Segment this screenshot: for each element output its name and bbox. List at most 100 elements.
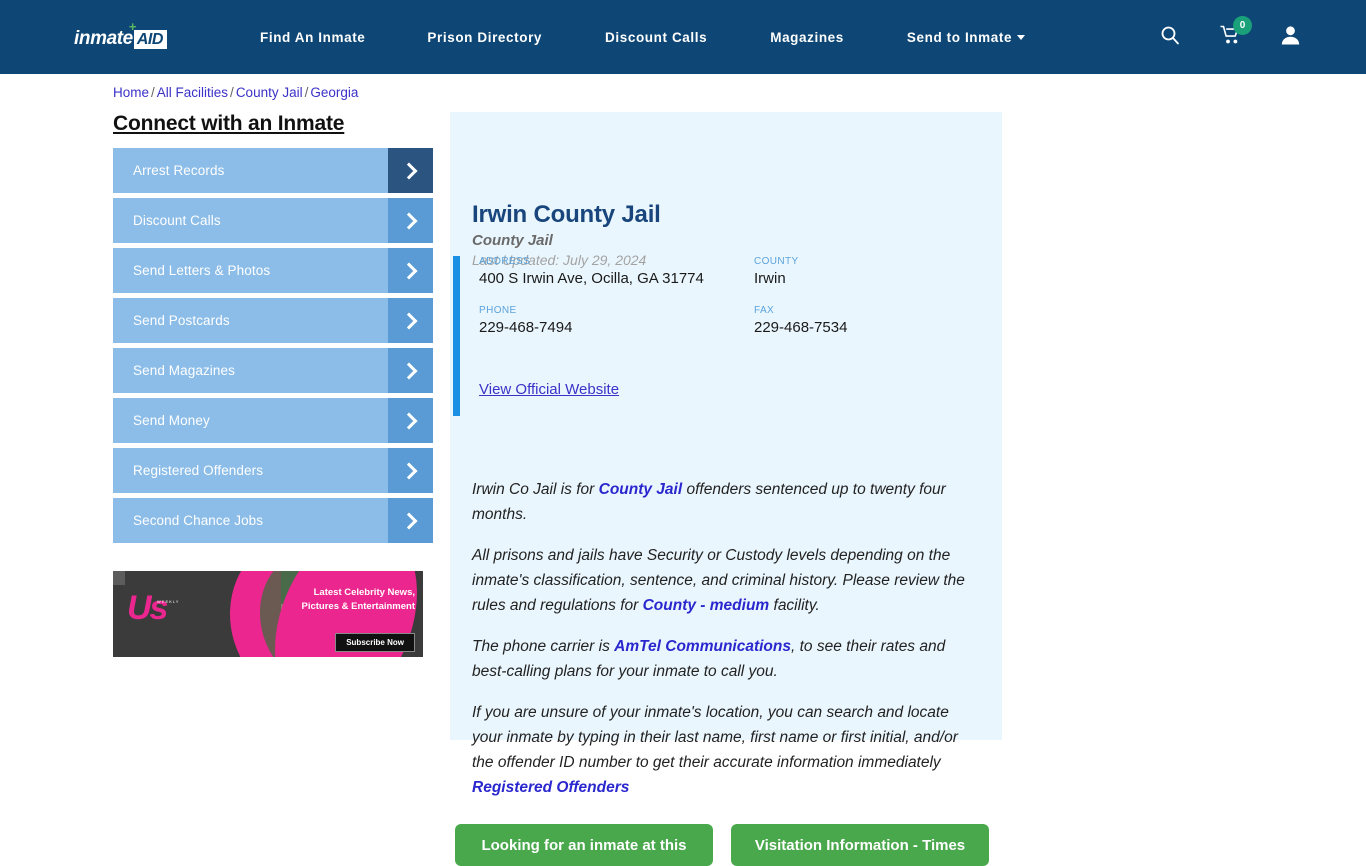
nav-item-discount-calls[interactable]: Discount Calls [605,30,707,45]
chevron-right-glyph [400,162,417,179]
sidebar-item-registered-offenders[interactable]: Registered Offenders [113,448,433,493]
chevron-right-glyph [400,212,417,229]
chevron-right-glyph [400,262,417,279]
facility-card: Irwin County Jail County Jail Last Updat… [450,112,1002,796]
breadcrumb-separator: / [151,85,155,100]
breadcrumb-item-home[interactable]: Home [113,85,149,100]
info-value: 400 S Irwin Ave, Ocilla, GA 31774 [479,270,704,287]
chevron-right-glyph [400,412,417,429]
info-label: COUNTY [754,256,799,267]
sidebar-title: Connect with an Inmate [113,112,345,135]
facility-info-block: ADDRESS 400 S Irwin Ave, Ocilla, GA 31774… [453,256,999,416]
description-highlight-link[interactable]: County Jail [599,481,683,498]
sidebar-item-label: Send Magazines [133,363,235,378]
ad-brand-sublabel: WEEKLY [157,599,180,604]
description-paragraph: If you are unsure of your inmate's locat… [472,700,982,800]
description-paragraph: Irwin Co Jail is for County Jail offende… [472,477,982,527]
advertisement-banner[interactable]: Us WEEKLY Latest Celebrity News, Picture… [113,571,423,657]
sidebar-item-discount-calls[interactable]: Discount Calls [113,198,433,243]
chevron-right-glyph [400,512,417,529]
sidebar-item-send-postcards[interactable]: Send Postcards [113,298,433,343]
nav-item-prison-directory[interactable]: Prison Directory [427,30,542,45]
info-value: 229-468-7534 [754,319,848,336]
chevron-right-glyph [400,362,417,379]
breadcrumb-item-all-facilities[interactable]: All Facilities [157,85,228,100]
sidebar-item-arrest-records[interactable]: Arrest Records [113,148,433,193]
page-title: Irwin County Jail [472,201,661,228]
ad-corner-decoration [113,571,125,585]
user-account-icon[interactable] [1281,25,1300,50]
sidebar-item-label: Send Postcards [133,313,230,328]
cart-icon[interactable]: 0 [1220,15,1252,50]
sidebar: Connect with an Inmate Arrest Records Dis… [113,112,433,548]
sidebar-item-send-magazines[interactable]: Send Magazines [113,348,433,393]
sidebar-item-label: Registered Offenders [133,463,264,478]
description-paragraph: The phone carrier is AmTel Communication… [472,634,982,684]
info-label: FAX [754,305,775,316]
ad-headline: Latest Celebrity News, Pictures & Entert… [301,587,416,612]
info-cell-fax: FAX 229-468-7534 [754,305,989,354]
chevron-right-icon [388,298,433,343]
info-cell-county: COUNTY Irwin [754,256,989,305]
logo-badge: + AID [129,20,167,49]
sidebar-item-send-letters-photos[interactable]: Send Letters & Photos [113,248,433,293]
visitation-info-cta-button[interactable]: Visitation Information - Times [731,824,989,866]
facility-description: Irwin Co Jail is for County Jail offende… [472,477,982,816]
description-text: facility. [769,597,820,614]
nav-item-find-an-inmate[interactable]: Find An Inmate [260,30,365,45]
chevron-right-icon [388,398,433,443]
breadcrumb-item-county-jail[interactable]: County Jail [236,85,303,100]
logo-wordmark: inmate [74,28,133,49]
logo-plus-icon: + [128,19,137,34]
site-logo[interactable]: inmate + AID [74,20,167,49]
chevron-right-icon [388,198,433,243]
chevron-right-icon [388,148,433,193]
info-cell-phone: PHONE 229-468-7494 [479,305,754,354]
site-header: inmate + AID Find An Inmate Prison Direc… [0,0,1366,74]
info-label: PHONE [479,305,517,316]
chevron-right-glyph [400,462,417,479]
cta-button-row: Looking for an inmate at this Visitation… [455,824,1005,866]
main-navigation: Find An Inmate Prison Directory Discount… [260,0,1026,74]
breadcrumb: Home / All Facilities / County Jail / Georgia [113,85,358,100]
chevron-right-icon [388,348,433,393]
description-text: Irwin Co Jail is for [472,481,599,498]
sidebar-item-label: Send Money [133,413,210,428]
description-highlight-link[interactable]: County - medium [643,597,770,614]
nav-item-send-to-inmate-label: Send to Inmate [906,29,1013,45]
chevron-right-icon [388,248,433,293]
description-highlight-link[interactable]: Registered Offenders [472,779,629,796]
ad-subscribe-button[interactable]: Subscribe Now [335,633,415,652]
official-website-link[interactable]: View Official Website [479,381,619,398]
nav-item-send-to-inmate[interactable]: Send to Inmate [906,29,1026,45]
header-icon-group: 0 [1160,0,1300,74]
info-value: 229-468-7494 [479,319,573,336]
sidebar-item-label: Discount Calls [133,213,221,228]
info-accent-bar [453,256,460,416]
ad-brand-logo: Us [127,589,168,627]
chevron-down-icon [1017,35,1026,41]
facility-type-label: County Jail [472,232,553,249]
sidebar-item-label: Second Chance Jobs [133,513,264,528]
nav-item-magazines[interactable]: Magazines [770,30,844,45]
info-cell-address: ADDRESS 400 S Irwin Ave, Ocilla, GA 31774 [479,256,754,305]
page-body: Home / All Facilities / County Jail / Georgia … [0,74,1366,866]
inmate-search-cta-button[interactable]: Looking for an inmate at this [455,824,713,866]
info-value: Irwin [754,270,786,287]
sidebar-item-label: Send Letters & Photos [133,263,271,278]
sidebar-item-send-money[interactable]: Send Money [113,398,433,443]
sidebar-item-label: Arrest Records [133,163,225,178]
logo-badge-text: AID [136,31,164,48]
sidebar-item-list: Arrest Records Discount Calls Send Letters… [113,148,433,543]
info-label: ADDRESS [479,256,531,267]
breadcrumb-item-georgia[interactable]: Georgia [310,85,358,100]
description-highlight-link[interactable]: AmTel Communications [614,638,791,655]
description-text: If you are unsure of your inmate's locat… [472,704,958,771]
cart-count-badge: 0 [1233,15,1252,35]
search-icon[interactable] [1160,25,1180,50]
breadcrumb-separator: / [230,85,234,100]
sidebar-item-second-chance-jobs[interactable]: Second Chance Jobs [113,498,433,543]
description-text: The phone carrier is [472,638,615,655]
chevron-right-icon [388,498,433,543]
facility-info-grid: ADDRESS 400 S Irwin Ave, Ocilla, GA 31774… [479,256,989,354]
